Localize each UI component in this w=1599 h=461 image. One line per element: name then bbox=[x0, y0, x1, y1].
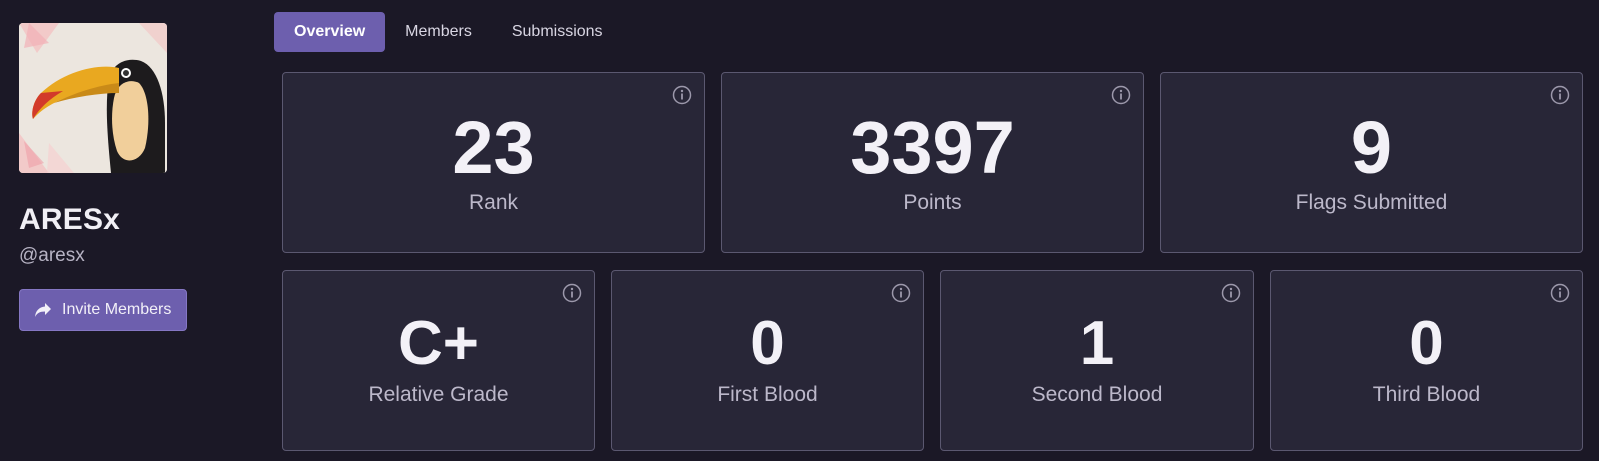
rank-card: 23 Rank bbox=[282, 72, 705, 253]
tab-members[interactable]: Members bbox=[385, 12, 492, 52]
profile-tabs: Overview Members Submissions bbox=[274, 12, 623, 52]
team-sidebar: ARESx @aresx Invite Members bbox=[19, 23, 239, 331]
info-icon[interactable] bbox=[1550, 85, 1570, 105]
first-blood-value: 0 bbox=[750, 309, 785, 378]
flags-value: 9 bbox=[1350, 106, 1393, 189]
grade-label: Relative Grade bbox=[368, 383, 509, 406]
info-icon[interactable] bbox=[1111, 85, 1131, 105]
third-blood-label: Third Blood bbox=[1372, 383, 1481, 406]
info-icon[interactable] bbox=[1550, 283, 1570, 303]
share-arrow-icon bbox=[34, 302, 52, 318]
second-blood-value: 1 bbox=[1079, 309, 1115, 378]
third-blood-card: 0 Third Blood bbox=[1270, 270, 1583, 451]
points-label: Points bbox=[903, 191, 962, 214]
rank-label: Rank bbox=[468, 191, 519, 214]
rank-value: 23 bbox=[452, 106, 535, 189]
tab-overview[interactable]: Overview bbox=[274, 12, 386, 52]
grade-value: C+ bbox=[398, 309, 479, 378]
info-icon[interactable] bbox=[562, 283, 582, 303]
first-blood-label: First Blood bbox=[717, 383, 818, 406]
info-icon[interactable] bbox=[891, 283, 911, 303]
toucan-avatar-image bbox=[19, 23, 167, 173]
flags-label: Flags Submitted bbox=[1295, 191, 1448, 214]
invite-members-label: Invite Members bbox=[62, 301, 172, 318]
info-icon[interactable] bbox=[1221, 283, 1241, 303]
team-profile-page: ARESx @aresx Invite Members Overview Mem… bbox=[0, 0, 1599, 461]
team-avatar bbox=[19, 23, 167, 173]
second-blood-card: 1 Second Blood bbox=[940, 270, 1254, 451]
points-value: 3397 bbox=[850, 106, 1015, 189]
team-handle: @aresx bbox=[19, 245, 85, 266]
tab-submissions[interactable]: Submissions bbox=[492, 12, 623, 52]
first-blood-card: 0 First Blood bbox=[611, 270, 924, 451]
third-blood-value: 0 bbox=[1409, 309, 1444, 378]
team-name: ARESx bbox=[19, 203, 121, 236]
invite-members-button[interactable]: Invite Members bbox=[19, 289, 188, 331]
grade-card: C+ Relative Grade bbox=[282, 270, 595, 451]
flags-card: 9 Flags Submitted bbox=[1160, 72, 1583, 253]
points-card: 3397 Points bbox=[721, 72, 1144, 253]
second-blood-label: Second Blood bbox=[1031, 383, 1163, 406]
info-icon[interactable] bbox=[672, 85, 692, 105]
